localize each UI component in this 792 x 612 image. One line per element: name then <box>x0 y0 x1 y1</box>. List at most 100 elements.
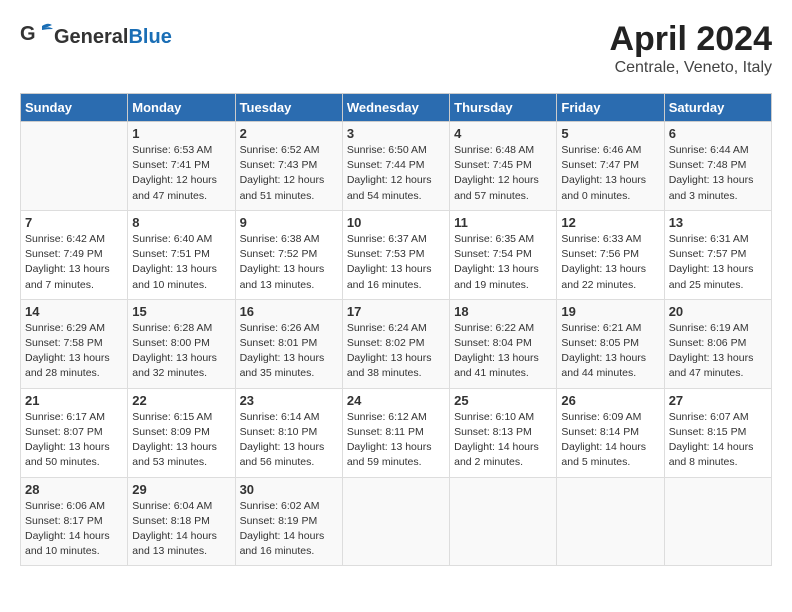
calendar-cell: 14 Sunrise: 6:29 AMSunset: 7:58 PMDayligh… <box>21 299 128 388</box>
date-number: 25 <box>454 393 552 408</box>
calendar-week-2: 14 Sunrise: 6:29 AMSunset: 7:58 PMDayligh… <box>21 299 772 388</box>
calendar-cell: 16 Sunrise: 6:26 AMSunset: 8:01 PMDayligh… <box>235 299 342 388</box>
calendar-cell: 4 Sunrise: 6:48 AMSunset: 7:45 PMDaylight… <box>450 122 557 211</box>
header-day-friday: Friday <box>557 94 664 122</box>
calendar-cell: 8Sunrise: 6:40 AMSunset: 7:51 PMDaylight… <box>128 210 235 299</box>
date-number: 7 <box>25 215 123 230</box>
cell-info: Sunrise: 6:02 AMSunset: 8:19 PMDaylight:… <box>240 499 338 560</box>
calendar-cell: 12 Sunrise: 6:33 AMSunset: 7:56 PMDayligh… <box>557 210 664 299</box>
header-day-wednesday: Wednesday <box>342 94 449 122</box>
date-number: 30 <box>240 482 338 497</box>
cell-info: Sunrise: 6:12 AMSunset: 8:11 PMDaylight:… <box>347 410 445 471</box>
calendar-cell: 26 Sunrise: 6:09 AMSunset: 8:14 PMDayligh… <box>557 388 664 477</box>
date-number: 11 <box>454 215 552 230</box>
header-day-thursday: Thursday <box>450 94 557 122</box>
date-number: 10 <box>347 215 445 230</box>
calendar-cell: 23 Sunrise: 6:14 AMSunset: 8:10 PMDayligh… <box>235 388 342 477</box>
calendar-cell: 5 Sunrise: 6:46 AMSunset: 7:47 PMDaylight… <box>557 122 664 211</box>
date-number: 14 <box>25 304 123 319</box>
date-number: 6 <box>669 126 767 141</box>
calendar-week-3: 21Sunrise: 6:17 AMSunset: 8:07 PMDayligh… <box>21 388 772 477</box>
calendar-cell <box>664 477 771 566</box>
logo-blue: Blue <box>128 26 171 48</box>
calendar-week-0: 1 Sunrise: 6:53 AMSunset: 7:41 PMDaylight… <box>21 122 772 211</box>
logo: G GeneralBlue <box>20 20 172 54</box>
date-number: 2 <box>240 126 338 141</box>
date-number: 9 <box>240 215 338 230</box>
calendar-header-row: SundayMondayTuesdayWednesdayThursdayFrid… <box>21 94 772 122</box>
calendar-cell: 2 Sunrise: 6:52 AMSunset: 7:43 PMDaylight… <box>235 122 342 211</box>
cell-info: Sunrise: 6:48 AMSunset: 7:45 PMDaylight:… <box>454 143 552 204</box>
calendar-cell: 28 Sunrise: 6:06 AMSunset: 8:17 PMDayligh… <box>21 477 128 566</box>
calendar-cell: 27 Sunrise: 6:07 AMSunset: 8:15 PMDayligh… <box>664 388 771 477</box>
date-number: 20 <box>669 304 767 319</box>
header-day-monday: Monday <box>128 94 235 122</box>
header-day-sunday: Sunday <box>21 94 128 122</box>
cell-info: Sunrise: 6:21 AMSunset: 8:05 PMDaylight:… <box>561 321 659 382</box>
date-number: 23 <box>240 393 338 408</box>
calendar-cell: 25 Sunrise: 6:10 AMSunset: 8:13 PMDayligh… <box>450 388 557 477</box>
date-number: 16 <box>240 304 338 319</box>
date-number: 13 <box>669 215 767 230</box>
cell-info: Sunrise: 6:14 AMSunset: 8:10 PMDaylight:… <box>240 410 338 471</box>
cell-info: Sunrise: 6:53 AMSunset: 7:41 PMDaylight:… <box>132 143 230 204</box>
calendar-cell: 7 Sunrise: 6:42 AMSunset: 7:49 PMDaylight… <box>21 210 128 299</box>
date-number: 29 <box>132 482 230 497</box>
calendar-cell <box>450 477 557 566</box>
cell-info: Sunrise: 6:35 AMSunset: 7:54 PMDaylight:… <box>454 232 552 293</box>
date-number: 19 <box>561 304 659 319</box>
date-number: 21 <box>25 393 123 408</box>
cell-info: Sunrise: 6:15 AMSunset: 8:09 PMDaylight:… <box>132 410 230 471</box>
cell-info: Sunrise: 6:28 AMSunset: 8:00 PMDaylight:… <box>132 321 230 382</box>
calendar-week-4: 28 Sunrise: 6:06 AMSunset: 8:17 PMDayligh… <box>21 477 772 566</box>
cell-info: Sunrise: 6:42 AMSunset: 7:49 PMDaylight:… <box>25 232 123 293</box>
date-number: 12 <box>561 215 659 230</box>
calendar-week-1: 7 Sunrise: 6:42 AMSunset: 7:49 PMDaylight… <box>21 210 772 299</box>
cell-info: Sunrise: 6:07 AMSunset: 8:15 PMDaylight:… <box>669 410 767 471</box>
header-day-tuesday: Tuesday <box>235 94 342 122</box>
cell-info: Sunrise: 6:29 AMSunset: 7:58 PMDaylight:… <box>25 321 123 382</box>
calendar-cell: 24 Sunrise: 6:12 AMSunset: 8:11 PMDayligh… <box>342 388 449 477</box>
page-title: April 2024 <box>609 20 772 59</box>
date-number: 28 <box>25 482 123 497</box>
calendar-cell: 15 Sunrise: 6:28 AMSunset: 8:00 PMDayligh… <box>128 299 235 388</box>
cell-info: Sunrise: 6:10 AMSunset: 8:13 PMDaylight:… <box>454 410 552 471</box>
cell-info: Sunrise: 6:06 AMSunset: 8:17 PMDaylight:… <box>25 499 123 560</box>
calendar-cell: 18Sunrise: 6:22 AMSunset: 8:04 PMDayligh… <box>450 299 557 388</box>
calendar-cell: 19 Sunrise: 6:21 AMSunset: 8:05 PMDayligh… <box>557 299 664 388</box>
logo-general: General <box>54 26 128 48</box>
date-number: 17 <box>347 304 445 319</box>
date-number: 15 <box>132 304 230 319</box>
date-number: 27 <box>669 393 767 408</box>
calendar-cell <box>557 477 664 566</box>
date-number: 22 <box>132 393 230 408</box>
cell-info: Sunrise: 6:09 AMSunset: 8:14 PMDaylight:… <box>561 410 659 471</box>
calendar-cell: 6Sunrise: 6:44 AMSunset: 7:48 PMDaylight… <box>664 122 771 211</box>
calendar-cell <box>342 477 449 566</box>
calendar-cell: 22 Sunrise: 6:15 AMSunset: 8:09 PMDayligh… <box>128 388 235 477</box>
date-number: 24 <box>347 393 445 408</box>
calendar-cell: 10Sunrise: 6:37 AMSunset: 7:53 PMDayligh… <box>342 210 449 299</box>
logo-icon: G <box>20 20 54 54</box>
date-number: 5 <box>561 126 659 141</box>
calendar-cell: 9 Sunrise: 6:38 AMSunset: 7:52 PMDaylight… <box>235 210 342 299</box>
cell-info: Sunrise: 6:46 AMSunset: 7:47 PMDaylight:… <box>561 143 659 204</box>
date-number: 26 <box>561 393 659 408</box>
date-number: 4 <box>454 126 552 141</box>
cell-info: Sunrise: 6:26 AMSunset: 8:01 PMDaylight:… <box>240 321 338 382</box>
calendar-cell: 20 Sunrise: 6:19 AMSunset: 8:06 PMDayligh… <box>664 299 771 388</box>
calendar-cell: 3Sunrise: 6:50 AMSunset: 7:44 PMDaylight… <box>342 122 449 211</box>
calendar-cell: 29Sunrise: 6:04 AMSunset: 8:18 PMDayligh… <box>128 477 235 566</box>
cell-info: Sunrise: 6:31 AMSunset: 7:57 PMDaylight:… <box>669 232 767 293</box>
cell-info: Sunrise: 6:50 AMSunset: 7:44 PMDaylight:… <box>347 143 445 204</box>
header-day-saturday: Saturday <box>664 94 771 122</box>
cell-info: Sunrise: 6:19 AMSunset: 8:06 PMDaylight:… <box>669 321 767 382</box>
cell-info: Sunrise: 6:52 AMSunset: 7:43 PMDaylight:… <box>240 143 338 204</box>
cell-info: Sunrise: 6:38 AMSunset: 7:52 PMDaylight:… <box>240 232 338 293</box>
date-number: 1 <box>132 126 230 141</box>
calendar-table: SundayMondayTuesdayWednesdayThursdayFrid… <box>20 93 772 566</box>
calendar-cell: 11 Sunrise: 6:35 AMSunset: 7:54 PMDayligh… <box>450 210 557 299</box>
calendar-cell: 21Sunrise: 6:17 AMSunset: 8:07 PMDayligh… <box>21 388 128 477</box>
cell-info: Sunrise: 6:33 AMSunset: 7:56 PMDaylight:… <box>561 232 659 293</box>
cell-info: Sunrise: 6:24 AMSunset: 8:02 PMDaylight:… <box>347 321 445 382</box>
